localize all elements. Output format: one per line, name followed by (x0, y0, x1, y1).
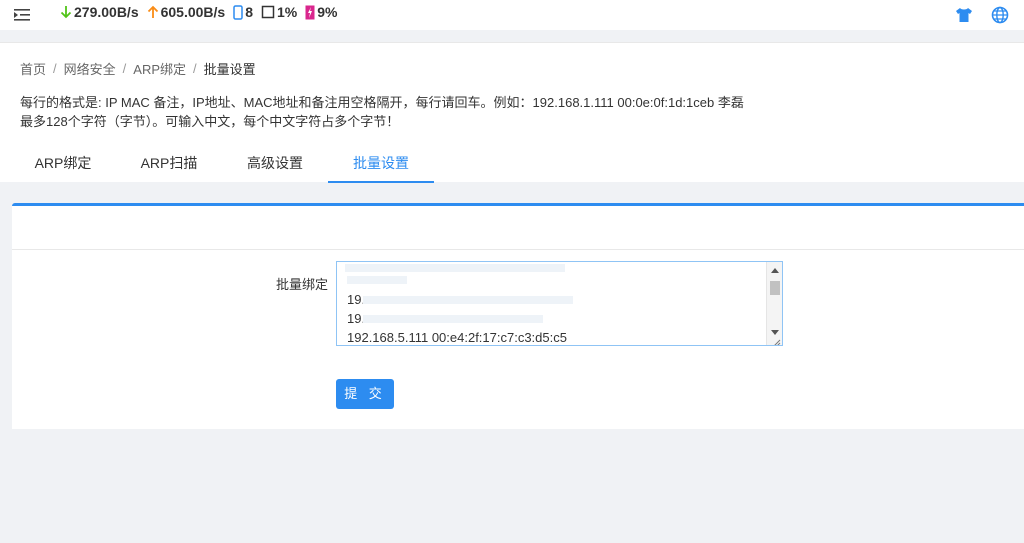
page-header: 首页 / 网络安全 / ARP绑定 / 批量设置 每行的格式是: IP MAC … (0, 42, 1024, 183)
download-rate-value: 279.00B/s (74, 4, 139, 20)
scroll-up-icon[interactable] (771, 268, 779, 273)
menu-toggle-icon[interactable] (12, 7, 32, 23)
format-description: 每行的格式是: IP MAC 备注，IP地址、MAC地址和备注用空格隔开，每行请… (20, 93, 744, 131)
batch-binding-textarea[interactable]: 19. 19. 192.168.5.111 00:e4:2f:17:c7:c3:… (336, 261, 783, 346)
scroll-thumb[interactable] (770, 281, 780, 295)
device-count-value: 8 (245, 4, 254, 20)
upload-rate-value: 605.00B/s (160, 4, 226, 20)
submit-button[interactable]: 提 交 (336, 379, 394, 409)
breadcrumb-separator: / (193, 61, 197, 76)
cpu-icon (261, 5, 275, 19)
memory-usage: 9% (305, 4, 337, 20)
description-line-1: 每行的格式是: IP MAC 备注，IP地址、MAC地址和备注用空格隔开，每行请… (20, 95, 744, 110)
memory-icon (305, 5, 315, 19)
arrow-up-icon (147, 5, 158, 18)
tab-arp-binding[interactable]: ARP绑定 (10, 145, 116, 183)
batch-settings-card: 批量绑定 19. 19. 192.168.5.111 00:e4:2f:17:c… (12, 203, 1024, 429)
memory-usage-value: 9% (317, 4, 338, 20)
breadcrumb-separator: / (122, 61, 127, 76)
top-right-actions (954, 5, 1010, 25)
card-header (12, 206, 1024, 250)
status-stats: 279.00B/s 605.00B/s 8 1% 9% (60, 4, 345, 20)
description-line-2: 最多128个字符（字节）。可输入中文，每个中文字符占多个字节！ (20, 114, 400, 129)
upload-rate: 605.00B/s (147, 4, 226, 20)
breadcrumb-page[interactable]: ARP绑定 (133, 59, 186, 78)
shirt-icon[interactable] (954, 5, 974, 25)
breadcrumb: 首页 / 网络安全 / ARP绑定 / 批量设置 (20, 59, 256, 78)
download-rate: 279.00B/s (60, 4, 139, 20)
phone-icon (233, 4, 243, 20)
device-count: 8 (233, 4, 253, 20)
resize-handle-icon[interactable] (771, 334, 781, 345)
breadcrumb-current: 批量设置 (203, 62, 256, 77)
blurred-text (363, 296, 573, 304)
tab-bar: ARP绑定 ARP扫描 高级设置 批量设置 (10, 145, 434, 183)
cpu-usage-value: 1% (277, 4, 298, 20)
tab-advanced-settings[interactable]: 高级设置 (222, 145, 328, 183)
top-bar: 279.00B/s 605.00B/s 8 1% 9% (0, 0, 1024, 30)
blurred-text (345, 264, 565, 272)
textarea-line: 192.168.5.111 00:e4:2f:17:c7:c3:d5:c5 (347, 330, 567, 345)
tab-batch-settings[interactable]: 批量设置 (328, 145, 434, 183)
breadcrumb-section[interactable]: 网络安全 (64, 59, 116, 78)
blurred-text (363, 315, 543, 323)
cpu-usage: 1% (261, 4, 297, 20)
arrow-down-icon (60, 6, 72, 19)
batch-binding-label: 批量绑定 (276, 277, 329, 292)
blurred-text (347, 276, 407, 284)
tab-arp-scan[interactable]: ARP扫描 (116, 145, 222, 183)
globe-icon[interactable] (990, 5, 1010, 25)
breadcrumb-home[interactable]: 首页 (20, 59, 46, 78)
breadcrumb-separator: / (53, 61, 57, 76)
